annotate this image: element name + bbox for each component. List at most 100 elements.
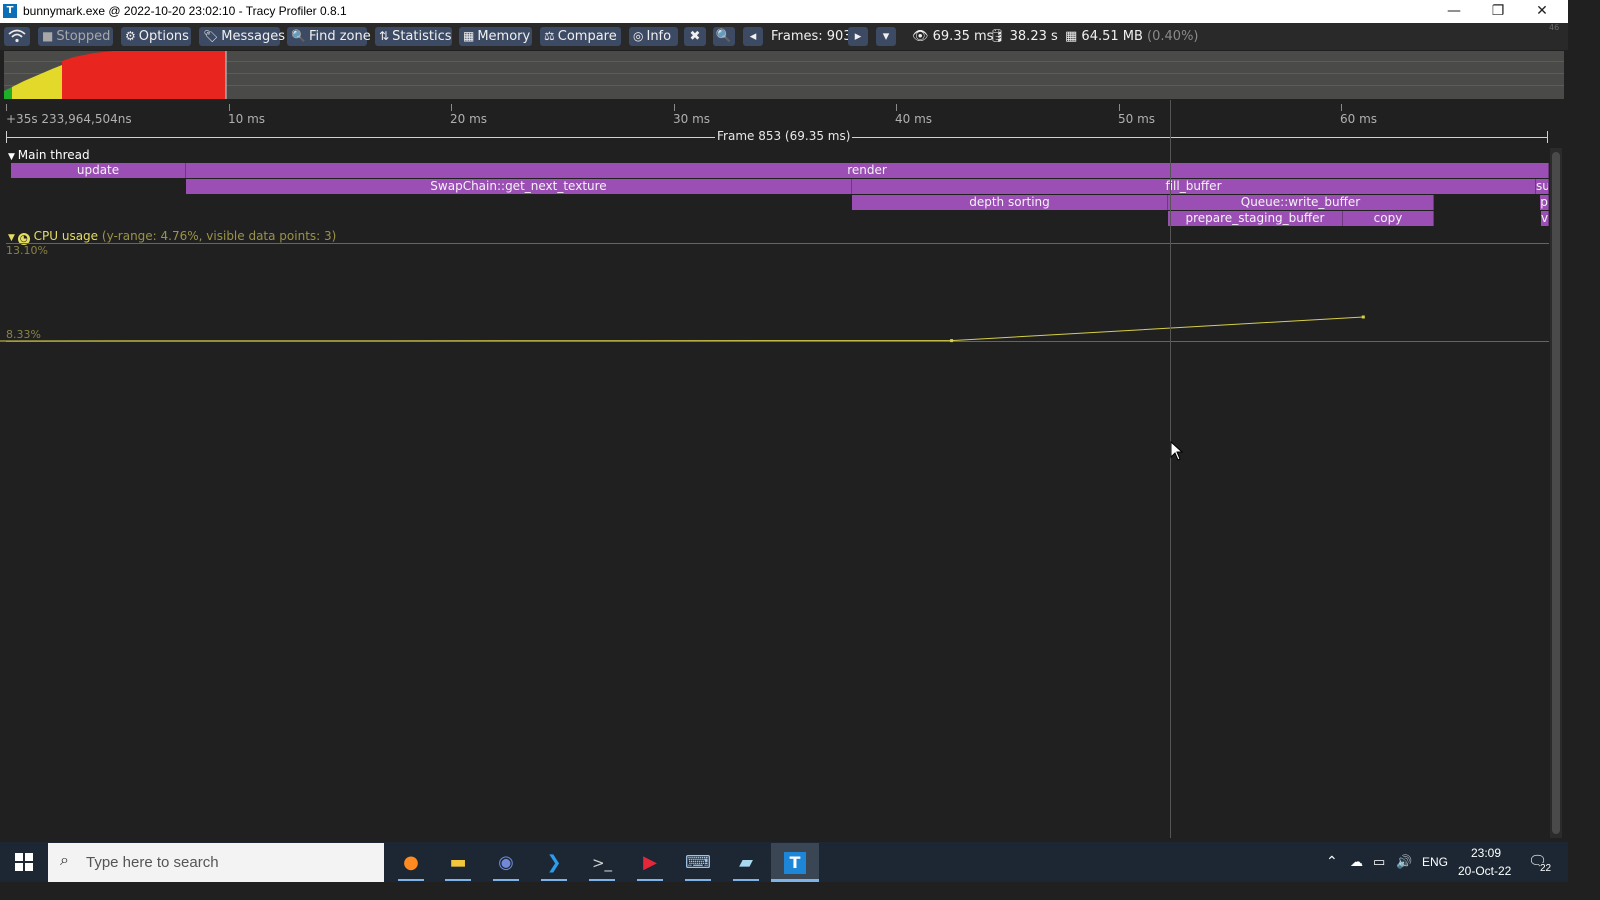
messages-button[interactable]: 🏷 Messages — [199, 27, 285, 46]
windows-icon — [15, 853, 33, 871]
zone-p[interactable]: p — [1540, 195, 1549, 210]
notes-app-icon[interactable]: ▰ — [723, 848, 769, 880]
network-icon[interactable]: ▭ — [1373, 854, 1385, 870]
running-indicator — [493, 879, 519, 881]
memory-usage: ▦ 64.51 MB (0.40%) — [1065, 29, 1199, 44]
statistics-button[interactable]: ⇅ Statistics — [375, 27, 452, 46]
language-indicator[interactable]: ENG — [1422, 855, 1448, 869]
taskbar-search[interactable]: ⌕ Type here to search — [48, 843, 384, 882]
vscode-icon[interactable]: ❯ — [531, 848, 577, 880]
wifi-icon — [8, 29, 26, 43]
find-zone-button[interactable]: 🔍 Find zone — [287, 27, 371, 46]
zone-prepare-staging-buffer[interactable]: prepare_staging_buffer — [1168, 211, 1343, 226]
scale-balanced-icon: ⚖ — [544, 29, 555, 43]
cpu-usage-point[interactable] — [1361, 315, 1365, 319]
gear-icon: ⚙ — [125, 29, 136, 43]
toolbar: ■ Stopped ⚙ Options 🏷 Messages 🔍 Find zone ⇅… — [0, 23, 1568, 50]
cpu-usage-series — [0, 316, 1364, 342]
scrollbar-thumb[interactable] — [1552, 152, 1560, 834]
zone-submit[interactable]: su — [1536, 179, 1549, 194]
notification-count: 22 — [1540, 863, 1552, 874]
compare-button[interactable]: ⚖ Compare — [540, 27, 621, 46]
running-indicator — [589, 879, 615, 881]
window-title: bunnymark.exe @ 2022-10-20 23:02:10 - Tr… — [23, 4, 347, 18]
overview-view-marker — [225, 51, 227, 99]
zone-fill-buffer[interactable]: fill_buffer — [852, 179, 1536, 194]
zone-render[interactable]: render — [186, 163, 1549, 178]
cursor-time-line — [1170, 100, 1171, 838]
minimize-button[interactable]: — — [1432, 0, 1476, 23]
tracy-taskbar-button[interactable]: T — [771, 843, 819, 882]
frame-dropdown-button[interactable]: ▾ — [876, 27, 896, 46]
speaker-icon[interactable]: 🔊 — [1396, 854, 1412, 870]
keyboard-app-icon[interactable]: ⌨ — [675, 848, 721, 880]
zone-depth-sorting[interactable]: depth sorting — [852, 195, 1168, 210]
time-ruler[interactable]: +35s 233,964,504ns 10 ms 20 ms 30 ms 40 … — [0, 100, 1568, 130]
options-button[interactable]: ⚙ Options — [121, 27, 191, 46]
frames-count: Frames: 903 — [771, 29, 852, 44]
thread-header[interactable]: ▼ Main thread — [8, 148, 90, 162]
tools-button[interactable]: ✖ — [684, 27, 706, 46]
media-player-icon[interactable]: ▶ — [627, 848, 673, 880]
ruler-tick-label: 60 ms — [1340, 112, 1378, 126]
fingerprint-icon: ◎ — [633, 29, 644, 43]
memory-chip-icon: ▦ — [1065, 29, 1082, 44]
memory-icon: ▦ — [463, 29, 475, 43]
restore-button[interactable]: ❐ — [1476, 0, 1520, 23]
ruler-tick — [229, 104, 230, 111]
magnifying-glass-icon: 🔍 — [715, 29, 733, 44]
zone-update[interactable]: update — [11, 163, 186, 178]
running-indicator — [541, 879, 567, 881]
frame-span-end — [1547, 131, 1548, 143]
chevron-up-icon[interactable]: ⌃ — [1326, 853, 1338, 870]
stop-icon: ■ — [42, 29, 54, 43]
title-bar: T bunnymark.exe @ 2022-10-20 23:02:10 - … — [0, 0, 1568, 23]
discord-icon[interactable]: ◉ — [483, 848, 529, 880]
search-placeholder: Type here to search — [86, 854, 219, 871]
file-explorer-icon[interactable]: ▬ — [435, 848, 481, 880]
running-indicator — [398, 879, 424, 881]
caret-left-icon: ◂ — [749, 29, 757, 44]
clock-date[interactable]: 20-Oct-22 — [1458, 864, 1511, 878]
frame-bars — [4, 51, 226, 99]
close-button[interactable]: ✕ — [1520, 0, 1564, 23]
zone-v[interactable]: v — [1541, 211, 1549, 226]
running-indicator — [733, 879, 759, 881]
zone-queue-write-buffer[interactable]: Queue::write_buffer — [1168, 195, 1434, 210]
vertical-scrollbar[interactable] — [1550, 148, 1562, 838]
previous-frame-button[interactable]: ◂ — [743, 27, 763, 46]
cpu-usage-point[interactable] — [950, 339, 954, 343]
next-frame-button[interactable]: ▸ — [848, 27, 868, 46]
connection-button[interactable] — [4, 27, 30, 46]
terminal-icon[interactable]: >_ — [579, 848, 625, 880]
screwdriver-wrench-icon: ✖ — [689, 29, 701, 44]
ruler-tick — [6, 104, 7, 111]
firefox-icon[interactable]: ● — [388, 848, 434, 880]
search-icon: 🔍 — [291, 29, 306, 43]
ruler-tick-label: 30 ms — [673, 112, 711, 126]
ruler-tick — [1119, 104, 1120, 111]
clock-time[interactable]: 23:09 — [1471, 846, 1501, 860]
database-icon: 🛢 — [989, 29, 1010, 44]
zone-copy[interactable]: copy — [1343, 211, 1434, 226]
corner-number: 46 — [1549, 23, 1560, 32]
ruler-tick — [451, 104, 452, 111]
zoom-button[interactable]: 🔍 — [713, 27, 735, 46]
ruler-tick-label: 50 ms — [1118, 112, 1156, 126]
ruler-tick-label: 20 ms — [450, 112, 488, 126]
ruler-tick-label: 40 ms — [895, 112, 933, 126]
frame-label[interactable]: Frame 853 (69.35 ms) — [715, 129, 853, 143]
zone-swapchain-get-next-texture[interactable]: SwapChain::get_next_texture — [186, 179, 852, 194]
onedrive-icon[interactable]: ☁ — [1350, 854, 1363, 870]
ruler-tick — [674, 104, 675, 111]
frame-overview[interactable] — [4, 51, 1564, 99]
info-button[interactable]: ◎ Info — [629, 27, 678, 46]
memory-button[interactable]: ▦ Memory — [459, 27, 532, 46]
overview-gridline — [4, 85, 1564, 86]
search-icon: ⌕ — [60, 852, 69, 869]
caret-down-icon: ▾ — [882, 29, 890, 44]
start-button[interactable] — [0, 842, 48, 882]
mouse-pointer-icon — [1170, 441, 1184, 461]
ruler-tick — [896, 104, 897, 111]
stopped-button[interactable]: ■ Stopped — [38, 27, 113, 46]
